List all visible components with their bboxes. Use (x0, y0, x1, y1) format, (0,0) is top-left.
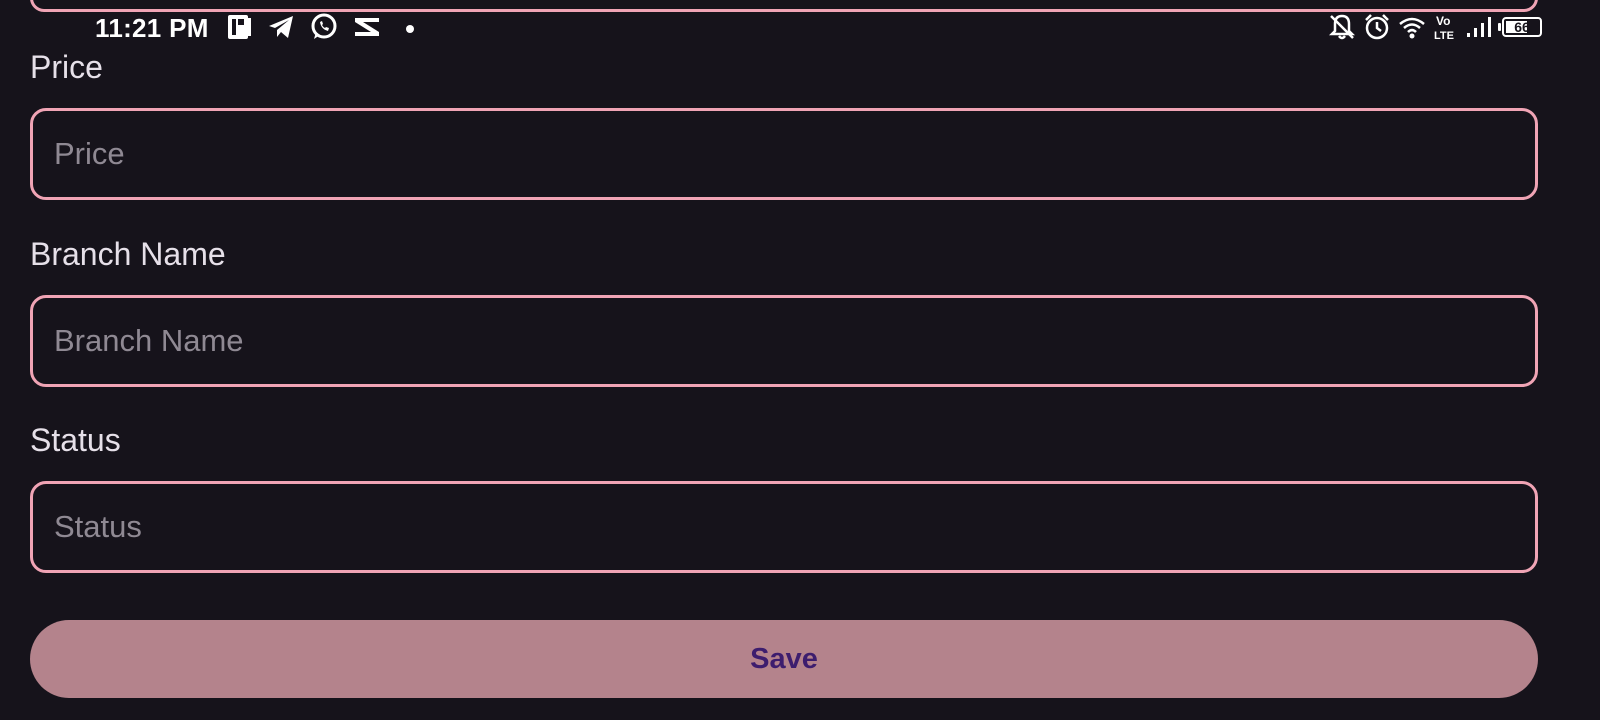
whatsapp-icon (311, 13, 337, 39)
signal-icon (1467, 17, 1491, 37)
notification-dot (406, 25, 414, 33)
battery-icon: 66 (1498, 17, 1542, 37)
status-time: 11:21 PM (95, 13, 209, 43)
battery-level-text: 66 (1514, 19, 1530, 35)
status-input[interactable] (30, 481, 1538, 573)
status-label: Status (30, 422, 121, 458)
status-bar: 11:21 PM Vo LTE 66 (0, 0, 1600, 56)
alarm-icon (1365, 14, 1389, 40)
volte-icon: Vo LTE (1434, 14, 1454, 42)
wifi-icon (1399, 17, 1425, 39)
branch-name-label: Branch Name (30, 236, 226, 272)
svg-text:LTE: LTE (1434, 30, 1454, 42)
branch-name-input[interactable] (30, 295, 1538, 387)
telegram-icon (269, 16, 293, 38)
price-input[interactable] (30, 108, 1538, 200)
price-label: Price (30, 49, 103, 85)
capcut-icon (355, 18, 379, 36)
notifications-off-icon (1328, 14, 1356, 40)
svg-text:Vo: Vo (1436, 14, 1450, 28)
save-button[interactable]: Save (30, 620, 1538, 698)
document-app-icon (228, 15, 251, 39)
